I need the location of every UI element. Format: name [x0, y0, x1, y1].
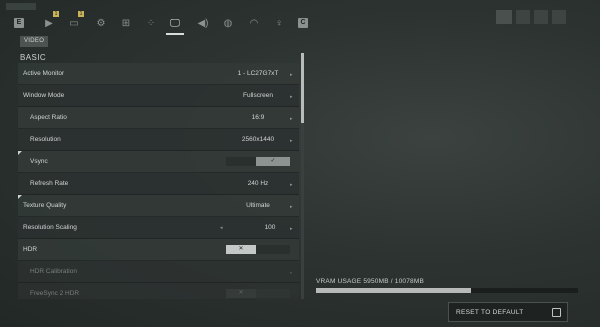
settings-scrollbar[interactable]	[301, 53, 304, 299]
nodes-tab-icon[interactable]: ⁘	[142, 15, 160, 31]
modified-marker-icon	[18, 151, 22, 155]
active-tab-indicator	[166, 33, 184, 35]
setting-row-hdr[interactable]: HDR ✕	[18, 239, 299, 261]
setting-row-refresh-rate[interactable]: Refresh Rate 240 Hz ▸	[18, 173, 299, 195]
setting-row-vsync[interactable]: Vsync ✓	[18, 151, 299, 173]
top-nav: E ▶ 1 ▭ 1 ⚙ ⊞ ⁘ 🖵 ◀) ◍ ◠ ♀ C	[0, 0, 600, 40]
setting-label: Window Mode	[23, 92, 65, 99]
scrollbar-thumb[interactable]	[301, 53, 304, 123]
window-square-2[interactable]	[516, 10, 530, 24]
decrease-icon[interactable]: ◂	[220, 225, 223, 231]
setting-value: 240 Hz	[247, 180, 269, 187]
speaker-tab-icon[interactable]: ◀)	[194, 15, 212, 31]
vram-usage-bar	[316, 288, 578, 293]
window-square-1[interactable]	[496, 10, 512, 24]
chat-tab-icon[interactable]: ◍	[219, 15, 237, 31]
setting-row-texture-quality[interactable]: Texture Quality Ultimate ▸	[18, 195, 299, 217]
setting-value: Ultimate	[246, 202, 270, 209]
next-option-icon[interactable]: ▸	[290, 204, 293, 210]
play-tab-icon[interactable]: ▶ 1	[40, 11, 59, 31]
setting-label: Resolution	[30, 136, 61, 143]
cross-icon: ✕	[226, 245, 256, 254]
next-option-icon[interactable]: ▸	[290, 182, 293, 188]
controller-tab-icon[interactable]: ▭ 1	[65, 11, 84, 31]
setting-row-window-mode[interactable]: Window Mode Fullscreen ▸	[18, 85, 299, 107]
key-c-icon[interactable]: C	[294, 15, 312, 31]
check-icon: ✓	[256, 157, 290, 166]
key-e-icon[interactable]: E	[10, 15, 28, 31]
setting-label: Resolution Scaling	[23, 224, 77, 231]
window-square-4[interactable]	[552, 10, 566, 24]
setting-row-aspect-ratio[interactable]: Aspect Ratio 16:9 ▸	[18, 107, 299, 129]
reset-button-label: RESET TO DEFAULT	[456, 308, 524, 316]
setting-label: HDR	[23, 246, 38, 253]
setting-value: Fullscreen	[243, 92, 273, 99]
notification-badge: 1	[53, 11, 59, 17]
next-option-icon[interactable]: ▸	[290, 72, 293, 78]
notification-badge: 1	[78, 11, 84, 17]
vram-usage-fill	[316, 288, 471, 293]
setting-row-hdr-calibration: HDR Calibration ▸	[18, 261, 299, 283]
next-option-icon[interactable]: ▸	[290, 116, 293, 122]
setting-label: Texture Quality	[23, 202, 67, 209]
setting-toggle[interactable]: ✕	[226, 245, 290, 254]
figure-tab-icon[interactable]: ♀	[270, 15, 288, 31]
section-title: BASIC	[20, 53, 47, 62]
setting-value: 16:9	[251, 114, 265, 121]
setting-toggle[interactable]: ✓	[226, 157, 290, 166]
window-square-3[interactable]	[534, 10, 548, 24]
headset-tab-icon[interactable]: ◠	[245, 15, 263, 31]
setting-label: Refresh Rate	[30, 180, 69, 187]
modified-marker-icon	[18, 195, 22, 199]
setting-row-resolution-scaling[interactable]: Resolution Scaling ◂ 100 ▸	[18, 217, 299, 239]
next-option-icon: ▸	[290, 270, 293, 276]
setting-label: Aspect Ratio	[30, 114, 67, 121]
next-option-icon[interactable]: ▸	[290, 138, 293, 144]
key-hint-icon	[552, 308, 561, 317]
brand-logo	[6, 3, 36, 10]
setting-label: Vsync	[30, 158, 48, 165]
reset-to-default-button[interactable]: RESET TO DEFAULT	[448, 302, 568, 322]
setting-label: Active Monitor	[23, 70, 65, 77]
page-badge: VIDEO	[20, 36, 49, 47]
next-option-icon[interactable]: ▸	[290, 94, 293, 100]
settings-list: Active Monitor 1 - LC27G7xT ▸ Window Mode Fu…	[18, 63, 299, 299]
cross-icon: ✕	[226, 289, 256, 298]
window-controls	[496, 10, 566, 24]
setting-value: 2560x1440	[241, 136, 275, 143]
setting-row-resolution[interactable]: Resolution 2560x1440 ▸	[18, 129, 299, 151]
setting-row-active-monitor[interactable]: Active Monitor 1 - LC27G7xT ▸	[18, 63, 299, 85]
network-tab-icon[interactable]: ⊞	[117, 15, 135, 31]
monitor-tab-icon[interactable]: 🖵	[166, 15, 184, 31]
setting-value: 1 - LC27G7xT	[237, 70, 279, 77]
setting-row-freesync-2-hdr: FreeSync 2 HDR ✕	[18, 283, 299, 299]
setting-label: FreeSync 2 HDR	[30, 290, 80, 297]
gear-tab-icon[interactable]: ⚙	[92, 15, 110, 31]
setting-label: HDR Calibration	[30, 268, 77, 275]
increase-icon[interactable]: ▸	[290, 226, 293, 232]
setting-toggle: ✕	[226, 289, 290, 298]
vram-usage-label: VRAM USAGE 5950MB / 10078MB	[316, 278, 425, 285]
